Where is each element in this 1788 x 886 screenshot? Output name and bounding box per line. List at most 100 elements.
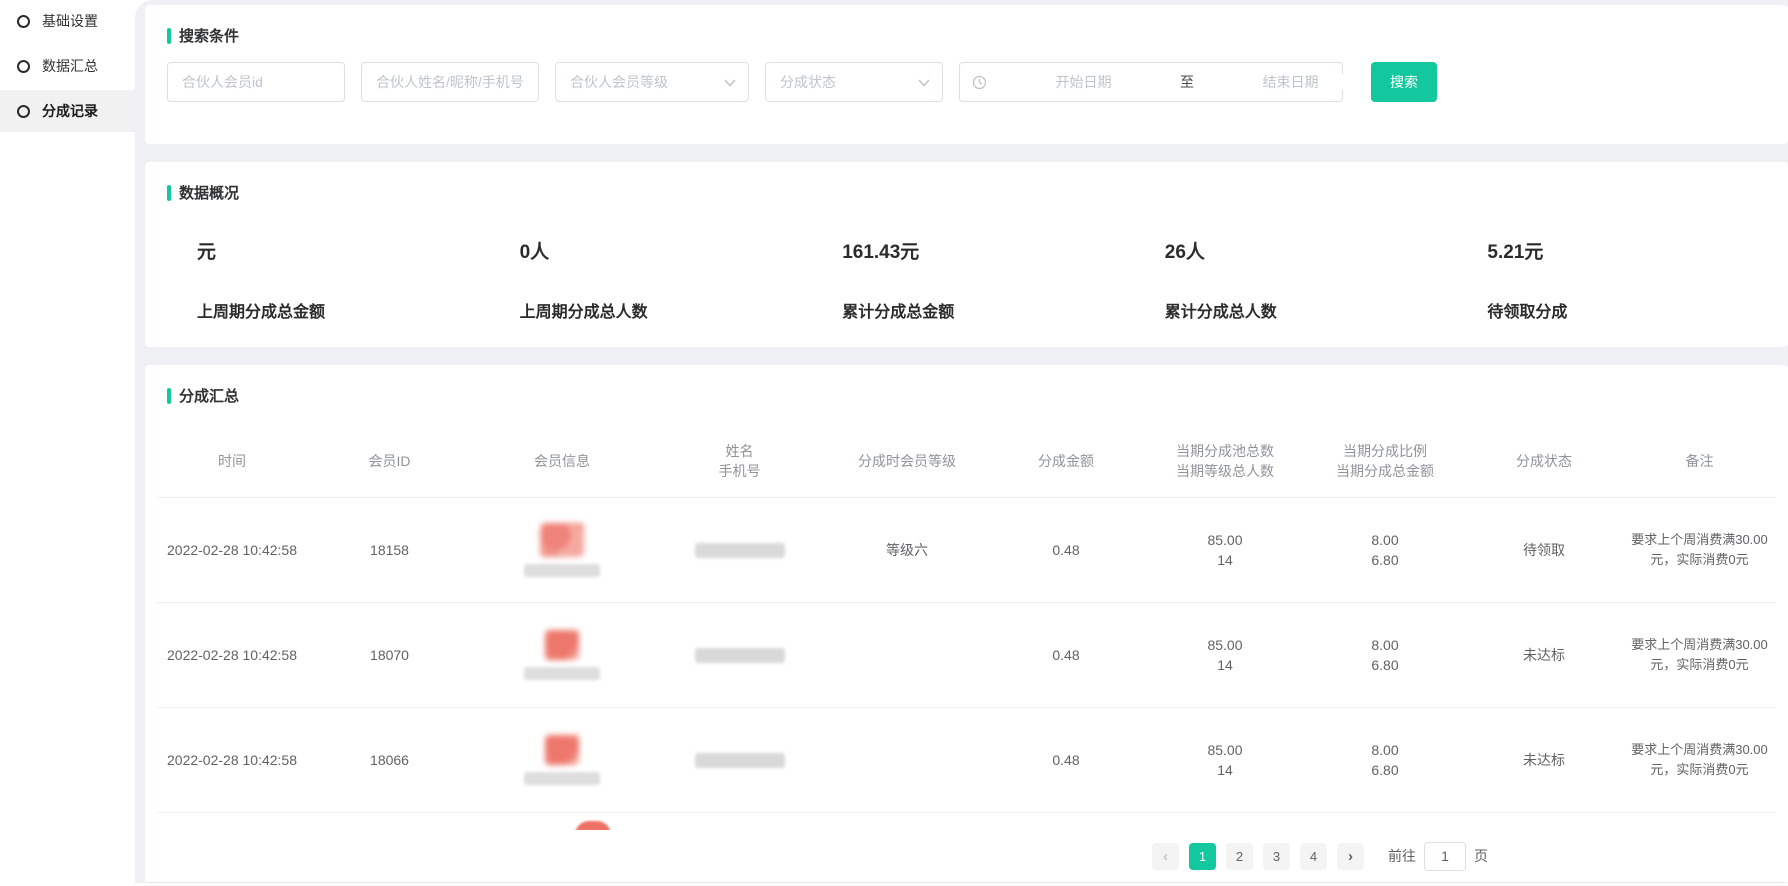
commission-status-select[interactable]: 分成状态 — [765, 62, 943, 102]
table-row[interactable]: 2022-02-28 10:42:58 18158 等级六 0.48 — [157, 498, 1776, 603]
commission-table: 时间 会员ID 会员信息 姓名手机号 分成时会员等级 分成金额 当期分成池总数当… — [157, 424, 1776, 835]
member-avatar-blurred — [545, 735, 579, 765]
col-pool: 当期分成池总数当期等级总人数 — [1145, 437, 1305, 485]
section-title-table: 分成汇总 — [145, 365, 1788, 406]
member-name-blurred — [695, 543, 785, 558]
member-name-blurred — [695, 753, 785, 768]
section-accent-bar — [167, 388, 171, 404]
section-title-search: 搜索条件 — [145, 5, 1788, 46]
cell-pool: 85.0014 — [1145, 526, 1305, 574]
col-time: 时间 — [157, 447, 307, 475]
cell-level — [827, 756, 987, 764]
cell-member-id: 18070 — [307, 641, 472, 669]
prev-page-button[interactable]: ‹ — [1152, 843, 1179, 870]
stat-value: 元 — [197, 237, 498, 264]
main-content: 搜索条件 合伙人会员等级 分成状态 至 — [135, 0, 1788, 883]
col-name-phone: 姓名手机号 — [652, 437, 827, 485]
end-date-input[interactable] — [1200, 74, 1381, 90]
stat-label: 累计分成总金额 — [842, 298, 1143, 322]
cell-time: 2022-02-28 10:42:58 — [157, 746, 307, 774]
date-separator: 至 — [1180, 72, 1194, 92]
cell-status: 未达标 — [1465, 641, 1623, 669]
partner-member-id-input[interactable] — [167, 62, 345, 102]
cell-pool: 85.0014 — [1145, 631, 1305, 679]
stat-value: 5.21元 — [1487, 237, 1788, 264]
page-unit-label: 页 — [1474, 846, 1488, 866]
table-row[interactable]: 2022-02-28 10:42:58 18066 0.48 85 — [157, 708, 1776, 813]
cell-member-info — [472, 626, 652, 684]
page-button-4[interactable]: 4 — [1300, 843, 1327, 870]
partner-level-select[interactable]: 合伙人会员等级 — [555, 62, 749, 102]
member-nickname-blurred — [524, 667, 600, 680]
sidebar: 基础设置 数据汇总 分成记录 — [0, 0, 135, 886]
cell-name-phone — [652, 644, 827, 667]
stat-value: 0人 — [520, 237, 821, 264]
page-button-1[interactable]: 1 — [1189, 843, 1216, 870]
stat-value: 161.43元 — [842, 237, 1143, 264]
stat-label: 累计分成总人数 — [1165, 298, 1466, 322]
cell-pool: 85.0014 — [1145, 736, 1305, 784]
cell-time: 2022-02-28 10:42:58 — [157, 641, 307, 669]
start-date-input[interactable] — [993, 74, 1174, 90]
page-button-3[interactable]: 3 — [1263, 843, 1290, 870]
chevron-down-icon — [724, 74, 736, 90]
section-accent-bar — [167, 28, 171, 44]
stat-label: 待领取分成 — [1487, 298, 1788, 322]
table-row[interactable]: 2022-02-28 10:42:58 18070 0.48 85 — [157, 603, 1776, 708]
table-header-row: 时间 会员ID 会员信息 姓名手机号 分成时会员等级 分成金额 当期分成池总数当… — [157, 424, 1776, 498]
radio-circle-icon — [17, 15, 30, 28]
cell-member-info — [472, 519, 652, 581]
cell-name-phone — [652, 539, 827, 562]
search-panel: 搜索条件 合伙人会员等级 分成状态 至 — [145, 5, 1788, 144]
sidebar-item-label: 分成记录 — [42, 101, 98, 121]
col-member-info: 会员信息 — [472, 447, 652, 475]
member-name-blurred — [695, 648, 785, 663]
cell-ratio: 8.006.80 — [1305, 526, 1465, 574]
col-status: 分成状态 — [1465, 447, 1623, 475]
table-body: 2022-02-28 10:42:58 18158 等级六 0.48 — [157, 498, 1776, 813]
chevron-down-icon — [918, 74, 930, 90]
search-button[interactable]: 搜索 — [1371, 62, 1437, 102]
select-placeholder: 合伙人会员等级 — [570, 72, 668, 92]
section-title-text: 数据概况 — [179, 182, 239, 203]
commission-summary-panel: 分成汇总 时间 会员ID 会员信息 姓名手机号 分成时会员等级 分成金额 当期分… — [145, 365, 1788, 883]
cell-level: 等级六 — [827, 536, 987, 564]
select-placeholder: 分成状态 — [780, 72, 836, 92]
stat-label: 上周期分成总金额 — [197, 298, 498, 322]
radio-circle-icon — [17, 105, 30, 118]
col-ratio: 当期分成比例当期分成总金额 — [1305, 437, 1465, 485]
cell-level — [827, 651, 987, 659]
cell-member-id: 18158 — [307, 536, 472, 564]
pagination: ‹ 1 2 3 4 › 前往 页 — [145, 830, 1788, 882]
goto-page-input[interactable] — [1424, 842, 1466, 871]
next-page-button[interactable]: › — [1337, 843, 1364, 870]
stat-pending-amount: 5.21元 待领取分成 — [1465, 237, 1788, 322]
cell-ratio: 8.006.80 — [1305, 631, 1465, 679]
col-amount: 分成金额 — [987, 447, 1145, 475]
sidebar-item-label: 数据汇总 — [42, 56, 98, 76]
col-level: 分成时会员等级 — [827, 447, 987, 475]
stat-last-period-amount: 元 上周期分成总金额 — [175, 237, 498, 322]
partner-name-input[interactable] — [361, 62, 539, 102]
sidebar-item-commission-records[interactable]: 分成记录 — [0, 90, 135, 132]
cell-remark: 要求上个周消费满30.00元，实际消费0元 — [1623, 736, 1776, 784]
member-avatar-blurred — [540, 523, 584, 557]
cell-amount: 0.48 — [987, 746, 1145, 774]
stat-total-count: 26人 累计分成总人数 — [1143, 237, 1466, 322]
stat-last-period-count: 0人 上周期分成总人数 — [498, 237, 821, 322]
cell-status: 未达标 — [1465, 746, 1623, 774]
cell-member-id: 18066 — [307, 746, 472, 774]
section-title-text: 搜索条件 — [179, 25, 239, 46]
section-title-text: 分成汇总 — [179, 385, 239, 406]
stat-value: 26人 — [1165, 237, 1466, 264]
member-avatar-blurred — [545, 630, 579, 660]
stat-label: 上周期分成总人数 — [520, 298, 821, 322]
col-remark: 备注 — [1623, 447, 1776, 475]
data-overview-panel: 数据概况 元 上周期分成总金额 0人 上周期分成总人数 161.43元 累计分成… — [145, 162, 1788, 347]
sidebar-item-data-summary[interactable]: 数据汇总 — [0, 45, 135, 87]
sidebar-item-basic-settings[interactable]: 基础设置 — [0, 0, 135, 42]
goto-label: 前往 — [1388, 846, 1416, 866]
date-range-picker[interactable]: 至 — [959, 62, 1343, 102]
page-button-2[interactable]: 2 — [1226, 843, 1253, 870]
cell-name-phone — [652, 749, 827, 772]
